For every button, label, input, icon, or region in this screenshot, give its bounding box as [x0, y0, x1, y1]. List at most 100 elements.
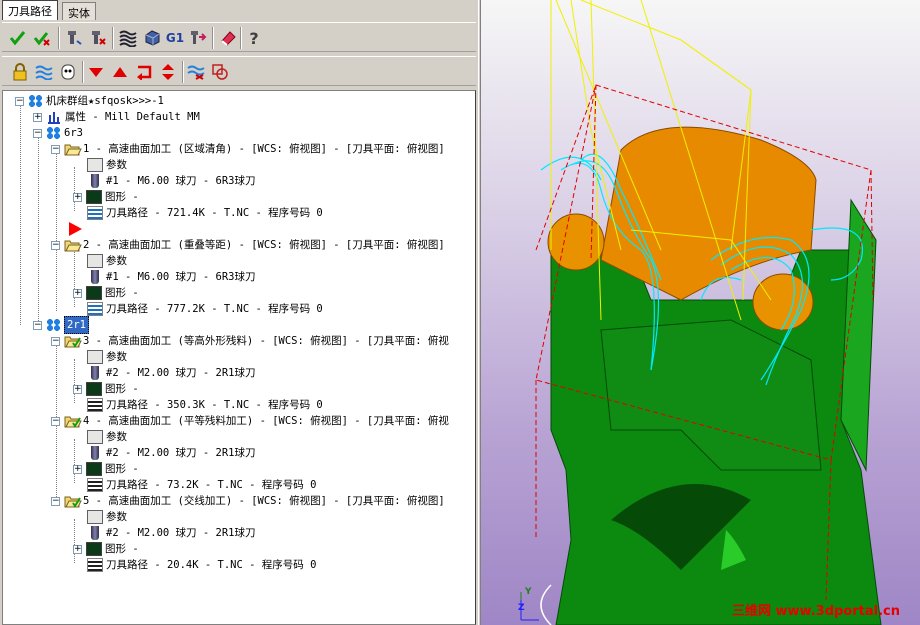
- toolpath-icon: [87, 206, 103, 220]
- select-all-ops-icon[interactable]: [8, 28, 28, 48]
- toolbar-separator: [212, 27, 214, 49]
- toolpath-display-icon[interactable]: [34, 62, 54, 82]
- tree-root[interactable]: − 机床群组★sfqosk>>>-1: [15, 93, 164, 109]
- expand-toggle[interactable]: +: [73, 384, 82, 394]
- solid-sim-icon[interactable]: [142, 28, 162, 48]
- parameters-label: 参数: [106, 431, 127, 443]
- collapse-toggle[interactable]: −: [33, 320, 42, 330]
- post-flag-icon[interactable]: [58, 62, 78, 82]
- collapse-toggle[interactable]: −: [15, 96, 24, 106]
- tree-geometry[interactable]: + 图形 -: [73, 285, 139, 301]
- parameters-icon: [87, 430, 103, 444]
- tree-parameters[interactable]: 参数: [87, 429, 127, 445]
- axis-z-label: Z: [518, 603, 525, 613]
- tree-geometry[interactable]: + 图形 -: [73, 541, 139, 557]
- tree-parameters[interactable]: 参数: [87, 349, 127, 365]
- expand-toggle[interactable]: +: [73, 544, 82, 554]
- toolbar-separator: [182, 61, 184, 83]
- graphics-viewport[interactable]: Y Z 三维网 www.3dportal.cn: [481, 0, 920, 625]
- tree-parameters[interactable]: 参数: [87, 509, 127, 525]
- tool-label: #2 - M2.00 球刀 - 2R1球刀: [106, 367, 256, 379]
- parameters-icon: [87, 254, 103, 268]
- tree-tool[interactable]: #1 - M6.00 球刀 - 6R3球刀: [87, 269, 255, 285]
- collapse-toggle[interactable]: −: [33, 128, 42, 138]
- tree-connector: [56, 151, 57, 311]
- collapse-toggle[interactable]: −: [51, 144, 60, 154]
- insert-marker[interactable]: [69, 221, 82, 237]
- ball-mill-icon: [91, 270, 99, 284]
- tree-geometry[interactable]: + 图形 -: [73, 461, 139, 477]
- part-model: [520, 0, 882, 625]
- insert-arrow-icon[interactable]: [134, 62, 154, 82]
- move-up-icon[interactable]: [110, 62, 130, 82]
- collapse-toggle[interactable]: −: [51, 240, 60, 250]
- tree-tool[interactable]: #2 - M2.00 球刀 - 2R1球刀: [87, 365, 255, 381]
- watermark: 三维网 www.3dportal.cn: [731, 604, 900, 619]
- ball-mill-icon: [91, 174, 99, 188]
- toolpath-icon: [87, 558, 103, 572]
- expand-toggle[interactable]: +: [73, 464, 82, 474]
- toolpath-label: 刀具路径 - 777.2K - T.NC - 程序号码 0: [106, 303, 323, 315]
- machine-group-icon: [28, 94, 43, 108]
- geometry-icon: [86, 286, 102, 300]
- tree-operation-1[interactable]: − 1 - 高速曲面加工 (区域清角) - [WCS: 俯视图] - [刀具平面…: [51, 141, 445, 157]
- tree-tool[interactable]: #1 - M6.00 球刀 - 6R3球刀: [87, 173, 255, 189]
- toolpath-icon: [87, 398, 103, 412]
- delete-icon[interactable]: [88, 28, 108, 48]
- parameters-label: 参数: [106, 159, 127, 171]
- toggle-path-icon[interactable]: [186, 62, 206, 82]
- tree-toolpath[interactable]: 刀具路径 - 777.2K - T.NC - 程序号码 0: [87, 301, 323, 317]
- expand-toggle[interactable]: +: [73, 288, 82, 298]
- tree-operation-2[interactable]: − 2 - 高速曲面加工 (重叠等距) - [WCS: 俯视图] - [刀具平面…: [51, 237, 445, 253]
- toolbar-separator: [58, 27, 60, 49]
- tree-toolpath[interactable]: 刀具路径 - 73.2K - T.NC - 程序号码 0: [87, 477, 316, 493]
- post-g1-icon[interactable]: G1: [164, 28, 186, 48]
- collapse-toggle[interactable]: −: [51, 496, 60, 506]
- verify-icon[interactable]: [118, 28, 138, 48]
- toolpath-group-icon: [46, 318, 61, 332]
- help-icon[interactable]: ?: [244, 28, 264, 48]
- tree-parameters[interactable]: 参数: [87, 253, 127, 269]
- group-label: 6r3: [64, 127, 83, 139]
- post-output-icon[interactable]: [188, 28, 208, 48]
- tree-operation-5[interactable]: − 5 - 高速曲面加工 (交线加工) - [WCS: 俯视图] - [刀具平面…: [51, 493, 445, 509]
- tree-tool[interactable]: #2 - M2.00 球刀 - 2R1球刀: [87, 445, 255, 461]
- tree-operation-4[interactable]: − 4 - 高速曲面加工 (平等残料加工) - [WCS: 俯视图] - [刀具…: [51, 413, 449, 429]
- operation-folder-icon: [64, 142, 82, 156]
- collapse-toggle[interactable]: −: [51, 336, 60, 346]
- tree-tool[interactable]: #2 - M2.00 球刀 - 2R1球刀: [87, 525, 255, 541]
- display-toolbar: [2, 56, 476, 86]
- lock-icon[interactable]: [10, 62, 30, 82]
- backplot-icon[interactable]: [64, 28, 84, 48]
- geometry-icon: [86, 190, 102, 204]
- tree-toolpath[interactable]: 刀具路径 - 20.4K - T.NC - 程序号码 0: [87, 557, 316, 573]
- expand-toggle[interactable]: +: [33, 112, 42, 122]
- operation-label: 5 - 高速曲面加工 (交线加工) - [WCS: 俯视图] - [刀具平面: …: [83, 495, 445, 507]
- regenerate-icon[interactable]: [32, 28, 52, 48]
- operation-label: 1 - 高速曲面加工 (区域清角) - [WCS: 俯视图] - [刀具平面: …: [83, 143, 445, 155]
- tree-group-6r3[interactable]: − 6r3: [33, 125, 83, 141]
- move-down-icon[interactable]: [86, 62, 106, 82]
- expand-toggle[interactable]: +: [73, 192, 82, 202]
- axis-y-label: Y: [525, 587, 532, 597]
- tree-parameters[interactable]: 参数: [87, 157, 127, 173]
- scroll-icon[interactable]: [158, 62, 178, 82]
- tab-toolpaths[interactable]: 刀具路径: [2, 0, 58, 20]
- tree-toolpath[interactable]: 刀具路径 - 721.4K - T.NC - 程序号码 0: [87, 205, 323, 221]
- tree-operation-3[interactable]: − 3 - 高速曲面加工 (等高外形残料) - [WCS: 俯视图] - [刀具…: [51, 333, 449, 349]
- tree-properties[interactable]: + 属性 - Mill Default MM: [33, 109, 200, 125]
- tree-group-2r1[interactable]: − 2r1: [33, 316, 89, 334]
- geometry-label: 图形 -: [105, 543, 139, 555]
- operations-toolbar: G1 ?: [2, 22, 476, 52]
- collapse-toggle[interactable]: −: [51, 416, 60, 426]
- view-select-icon[interactable]: [210, 62, 230, 82]
- tree-toolpath[interactable]: 刀具路径 - 350.3K - T.NC - 程序号码 0: [87, 397, 323, 413]
- toolpath-label: 刀具路径 - 73.2K - T.NC - 程序号码 0: [106, 479, 317, 491]
- geometry-icon: [86, 542, 102, 556]
- parameters-label: 参数: [106, 511, 127, 523]
- tree-geometry[interactable]: + 图形 -: [73, 189, 139, 205]
- geometry-label: 图形 -: [105, 287, 139, 299]
- eraser-icon[interactable]: [218, 28, 238, 48]
- tab-solids[interactable]: 实体: [62, 2, 96, 20]
- tree-geometry[interactable]: + 图形 -: [73, 381, 139, 397]
